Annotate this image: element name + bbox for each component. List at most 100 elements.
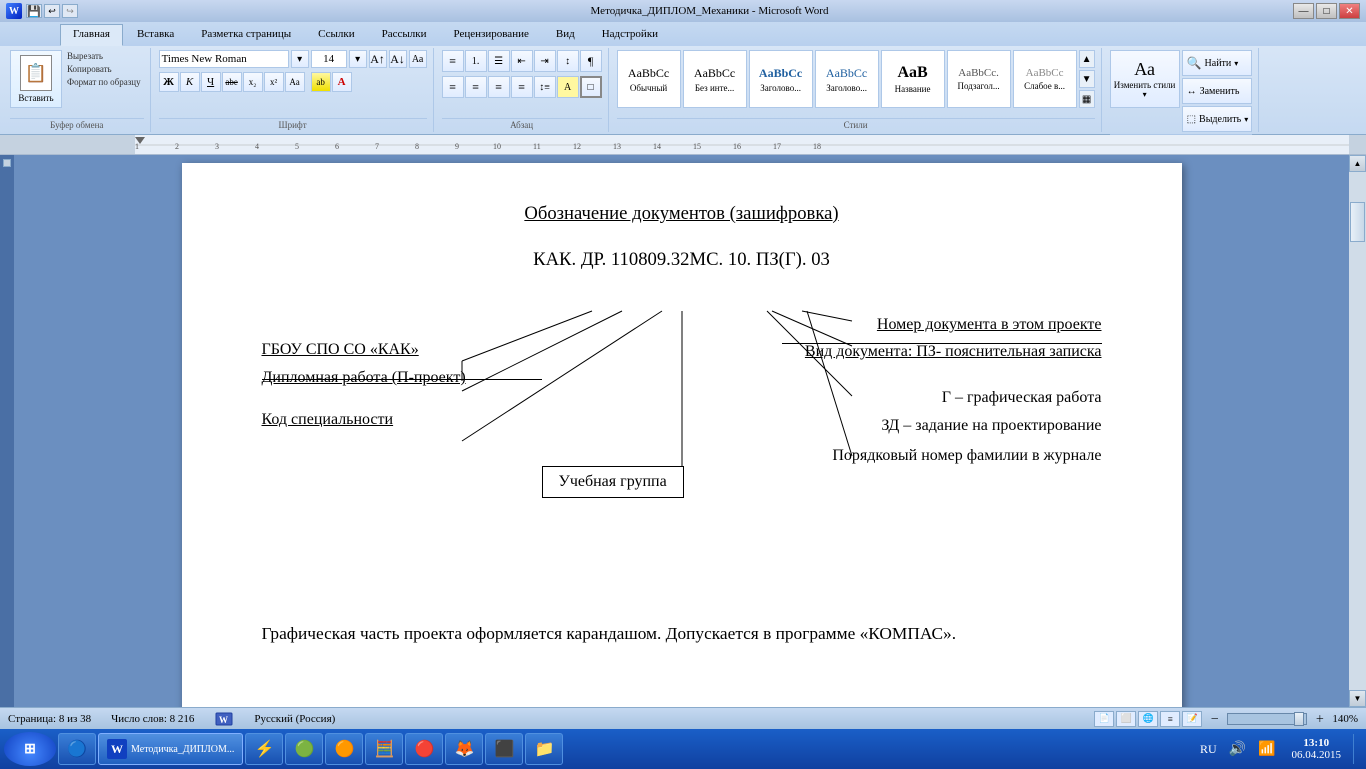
decrease-indent[interactable]: ⇤ — [511, 50, 533, 72]
document-scroll[interactable]: Обозначение документов (зашифровка) КАК.… — [14, 155, 1349, 707]
tab-review[interactable]: Рецензирование — [441, 24, 542, 46]
taskbar-item-word[interactable]: W Методичка_ДИПЛОМ... — [98, 733, 243, 765]
network-icon[interactable]: 📶 — [1254, 739, 1279, 760]
tab-insert[interactable]: Вставка — [124, 24, 187, 46]
explorer-icon: 📁 — [534, 739, 554, 759]
border-button[interactable]: □ — [580, 76, 602, 98]
zoom-slider[interactable] — [1227, 713, 1307, 725]
scroll-down-arrow[interactable]: ▼ — [1349, 690, 1366, 707]
font-color-button[interactable]: А — [332, 72, 352, 92]
zoom-thumb[interactable] — [1294, 712, 1304, 726]
taskbar-item-red[interactable]: 🔴 — [405, 733, 443, 765]
align-left[interactable]: ≡ — [442, 76, 464, 98]
taskbar-item-chrome2[interactable]: 🟢 — [285, 733, 323, 765]
style-subtle-emphasis[interactable]: AaBbCс Слабое в... — [1013, 50, 1077, 108]
strikethrough-button[interactable]: abe — [222, 72, 242, 92]
taskbar-item-explorer[interactable]: 📁 — [525, 733, 563, 765]
paste-button[interactable]: 📋 Вставить — [10, 50, 62, 108]
font-size-dropdown[interactable]: ▾ — [349, 50, 367, 68]
align-right[interactable]: ≡ — [488, 76, 510, 98]
show-desktop[interactable] — [1353, 734, 1362, 764]
clear-format-button[interactable]: Аа — [409, 50, 427, 68]
bold-button[interactable]: Ж — [159, 72, 179, 92]
main-area: Обозначение документов (зашифровка) КАК.… — [0, 155, 1366, 707]
style-normal[interactable]: AaBbCс Обычный — [617, 50, 681, 108]
style-subtitle[interactable]: AaBbCс. Подзагол... — [947, 50, 1011, 108]
copy-button[interactable]: Копировать — [64, 63, 144, 75]
underline-button[interactable]: Ч — [201, 72, 221, 92]
clipboard-label: Буфер обмена — [10, 118, 144, 130]
styles-scroll[interactable]: ▲ ▼ ▦ — [1079, 50, 1095, 108]
tab-addins[interactable]: Надстройки — [589, 24, 671, 46]
format-painter-button[interactable]: Формат по образцу — [64, 76, 144, 88]
vertical-scrollbar[interactable]: ▲ ▼ — [1349, 155, 1366, 707]
taskbar-item-orange[interactable]: 🟠 — [325, 733, 363, 765]
change-case-button[interactable]: Аа — [285, 72, 305, 92]
scroll-up-arrow[interactable]: ▲ — [1349, 155, 1366, 172]
left-margin-indicator[interactable] — [3, 159, 11, 167]
style-heading1[interactable]: AaBbCс Заголово... — [749, 50, 813, 108]
bullets-button[interactable]: ≡ — [442, 50, 464, 72]
shading-button[interactable]: A — [557, 76, 579, 98]
tab-references[interactable]: Ссылки — [305, 24, 367, 46]
highlight-button[interactable]: ab — [311, 72, 331, 92]
change-styles-button[interactable]: Аа Изменить стили ▾ — [1110, 50, 1180, 108]
draft-view[interactable]: 📝 — [1182, 711, 1202, 727]
superscript-button[interactable]: x² — [264, 72, 284, 92]
find-button[interactable]: 🔍 Найти ▾ — [1182, 50, 1252, 76]
clock[interactable]: 13:10 06.04.2015 — [1284, 735, 1350, 763]
web-layout-view[interactable]: 🌐 — [1138, 711, 1158, 727]
font-name-box[interactable]: Times New Roman — [159, 50, 289, 68]
editing-buttons: 🔍 Найти ▾ ↔ Заменить ⬚ Выделить ▾ — [1182, 50, 1252, 132]
close-button[interactable]: ✕ — [1339, 3, 1360, 19]
font-size-increase[interactable]: A↑ — [369, 50, 387, 68]
tab-home[interactable]: Главная — [60, 24, 123, 46]
outline-view[interactable]: ≡ — [1160, 711, 1180, 727]
taskbar-item-black[interactable]: ⬛ — [485, 733, 523, 765]
show-hide-button[interactable]: ¶ — [580, 50, 602, 72]
zoom-plus[interactable]: ＋ — [1315, 712, 1324, 725]
cut-button[interactable]: Вырезать — [64, 50, 144, 62]
taskbar-item-chrome[interactable]: 🔵 — [58, 733, 96, 765]
redo-icon[interactable]: ↪ — [62, 4, 78, 18]
tab-view[interactable]: Вид — [543, 24, 588, 46]
scroll-track[interactable] — [1349, 172, 1366, 690]
font-name-dropdown[interactable]: ▾ — [291, 50, 309, 68]
select-button[interactable]: ⬚ Выделить ▾ — [1182, 106, 1252, 132]
multilevel-button[interactable]: ☰ — [488, 50, 510, 72]
spell-check-icon[interactable]: W — [214, 711, 234, 727]
zoom-minus[interactable]: － — [1210, 712, 1219, 725]
replace-button[interactable]: ↔ Заменить — [1182, 78, 1252, 104]
style-title[interactable]: AaB Название — [881, 50, 945, 108]
clipboard-group: 📋 Вставить Вырезать Копировать Формат по… — [4, 48, 151, 132]
style-no-spacing[interactable]: AaBbCс Без инте... — [683, 50, 747, 108]
line-spacing[interactable]: ↕≡ — [534, 76, 556, 98]
font-size-box[interactable]: 14 — [311, 50, 347, 68]
taskbar-right: RU 🔊 📶 13:10 06.04.2015 — [1196, 734, 1362, 764]
italic-button[interactable]: К — [180, 72, 200, 92]
sound-icon[interactable]: 🔊 — [1225, 739, 1250, 760]
taskbar-item-calc[interactable]: 🧮 — [365, 733, 403, 765]
minimize-button[interactable]: — — [1293, 3, 1314, 19]
start-button[interactable]: ⊞ — [4, 732, 56, 766]
numbering-button[interactable]: 1. — [465, 50, 487, 72]
save-icon[interactable]: 💾 — [26, 4, 42, 18]
maximize-button[interactable]: □ — [1316, 3, 1337, 19]
tab-page-layout[interactable]: Разметка страницы — [188, 24, 304, 46]
undo-icon[interactable]: ↩ — [44, 4, 60, 18]
increase-indent[interactable]: ⇥ — [534, 50, 556, 72]
sort-button[interactable]: ↕ — [557, 50, 579, 72]
ruler-left-margin — [0, 135, 135, 154]
taskbar-item-firefox[interactable]: 🦊 — [445, 733, 483, 765]
scroll-thumb[interactable] — [1350, 202, 1365, 242]
language-indicator[interactable]: RU — [1196, 740, 1221, 759]
taskbar-item-flash[interactable]: ⚡ — [245, 733, 283, 765]
align-center[interactable]: ≡ — [465, 76, 487, 98]
tab-mailings[interactable]: Рассылки — [369, 24, 440, 46]
justify[interactable]: ≡ — [511, 76, 533, 98]
print-layout-view[interactable]: 📄 — [1094, 711, 1114, 727]
font-size-decrease[interactable]: A↓ — [389, 50, 407, 68]
subscript-button[interactable]: x₂ — [243, 72, 263, 92]
full-screen-view[interactable]: ⬜ — [1116, 711, 1136, 727]
style-heading2[interactable]: AaBbCс Заголово... — [815, 50, 879, 108]
